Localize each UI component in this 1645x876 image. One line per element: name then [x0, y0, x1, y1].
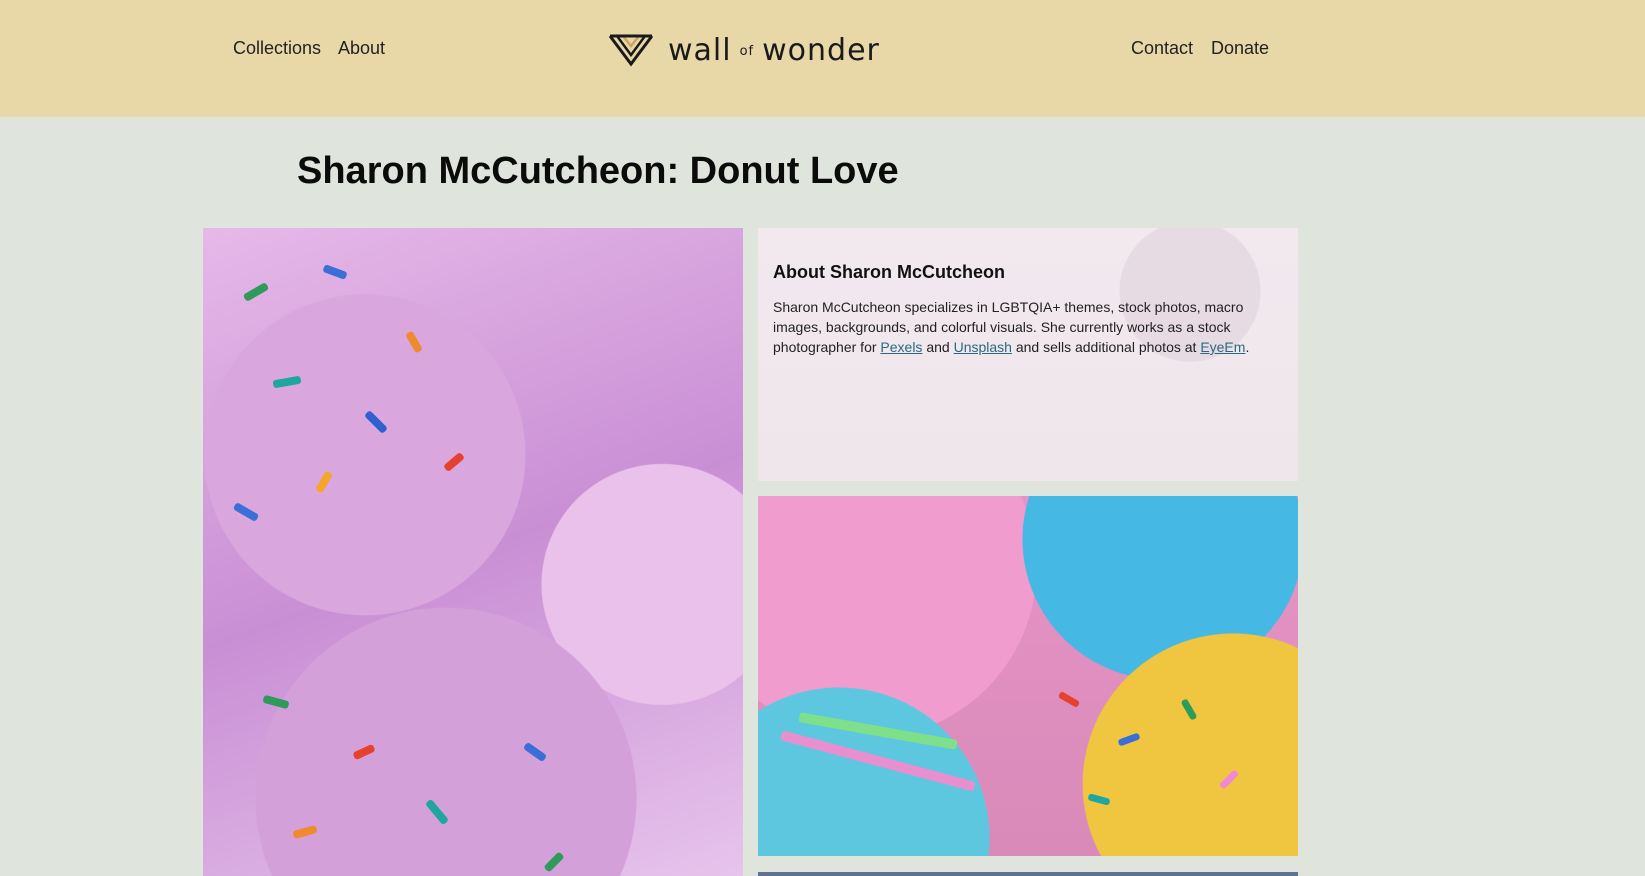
- nav-contact-link[interactable]: Contact: [1131, 38, 1193, 59]
- donut-photo-colorful[interactable]: [758, 496, 1298, 856]
- eyeem-link[interactable]: EyeEm: [1200, 339, 1245, 355]
- pexels-link[interactable]: Pexels: [880, 339, 922, 355]
- nav-collections-link[interactable]: Collections: [233, 38, 321, 59]
- site-header: Collections About wall of wonder Contact D…: [0, 0, 1645, 117]
- donut-photo-purple[interactable]: [203, 228, 743, 876]
- about-photographer-card: About Sharon McCutcheon Sharon McCutcheo…: [758, 228, 1298, 481]
- nav-donate-link[interactable]: Donate: [1211, 38, 1269, 59]
- about-description: Sharon McCutcheon specializes in LGBTQIA…: [773, 299, 1250, 355]
- about-heading: About Sharon McCutcheon: [773, 262, 1005, 282]
- page-title: Sharon McCutcheon: Donut Love: [297, 150, 899, 192]
- nav-about-link[interactable]: About: [338, 38, 385, 59]
- about-content: About Sharon McCutcheon Sharon McCutcheo…: [773, 262, 1283, 357]
- site-logo[interactable]: wall of wonder: [608, 28, 908, 72]
- wall-of-wonder-logo-icon: [608, 34, 654, 67]
- next-photo-edge[interactable]: [758, 872, 1298, 876]
- unsplash-link[interactable]: Unsplash: [954, 339, 1012, 355]
- logo-wordmark: wall of wonder: [668, 32, 880, 68]
